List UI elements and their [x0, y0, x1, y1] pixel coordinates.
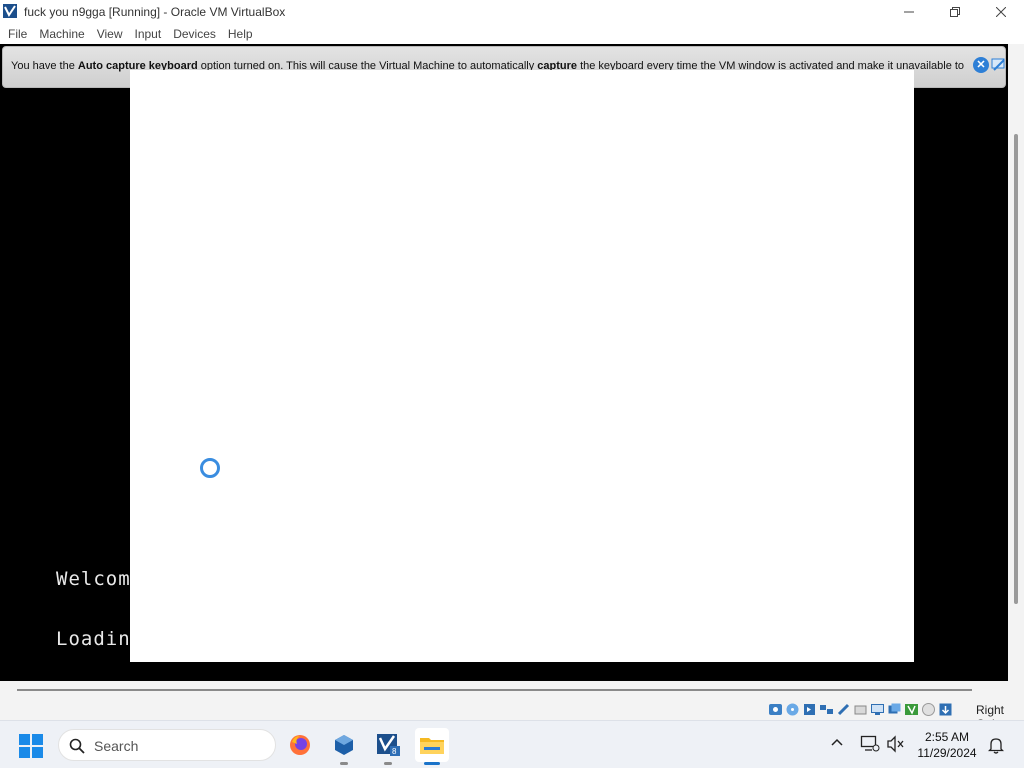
close-icon [996, 7, 1006, 17]
close-window-button[interactable] [978, 0, 1024, 24]
window-title: fuck you n9gga [Running] - Oracle VM Vir… [24, 5, 286, 19]
virtualbox-vm-icon: 8 [377, 734, 400, 756]
active-indicator [424, 762, 440, 765]
search-icon [69, 738, 85, 754]
video-capture-icon[interactable] [886, 701, 902, 717]
vm-display[interactable]: Welcome Loading You have the Auto captur… [0, 44, 1008, 681]
status-icons [767, 701, 953, 717]
usb-icon[interactable] [835, 701, 851, 717]
search-label: Search [94, 738, 139, 754]
notice-close-button[interactable]: ✕ [973, 57, 989, 73]
vertical-scrollbar-thumb[interactable] [1014, 134, 1018, 604]
notification-bell-icon[interactable] [988, 736, 1004, 754]
running-indicator [340, 762, 348, 765]
shared-folders-icon[interactable] [852, 701, 868, 717]
optical-drive-icon[interactable] [784, 701, 800, 717]
do-not-show-again-icon[interactable] [991, 57, 1007, 73]
windows-taskbar: Search 8 2:55 AM 11/29/2024 [0, 720, 1024, 768]
windows-start-icon[interactable] [18, 733, 44, 759]
virtualbox-icon [3, 4, 17, 18]
window-title-bar[interactable]: fuck you n9gga [Running] - Oracle VM Vir… [0, 0, 1024, 24]
audio-icon[interactable] [801, 701, 817, 717]
taskbar-file-explorer[interactable] [415, 728, 449, 765]
menu-file[interactable]: File [4, 27, 35, 41]
vm-status-bar: Right Ctrl [0, 681, 1024, 731]
chevron-up-icon[interactable] [829, 735, 845, 751]
menu-input[interactable]: Input [131, 27, 170, 41]
taskbar-virtualbox-vm[interactable]: 8 [371, 728, 405, 765]
taskbar-search-box[interactable]: Search [58, 729, 276, 761]
network-icon[interactable] [818, 701, 834, 717]
taskbar-virtualbox-manager[interactable] [327, 728, 361, 765]
file-explorer-icon [420, 738, 444, 754]
guest-loading-window [130, 70, 914, 662]
minimize-icon [904, 11, 914, 13]
running-indicator [384, 762, 392, 765]
vertical-scrollbar[interactable] [1008, 44, 1024, 681]
menu-help[interactable]: Help [224, 27, 261, 41]
menu-view[interactable]: View [93, 27, 131, 41]
guest-additions-icon[interactable] [903, 701, 919, 717]
hard-disk-icon[interactable] [767, 701, 783, 717]
horizontal-scrollbar[interactable] [17, 689, 972, 691]
mouse-integration-icon[interactable] [920, 701, 936, 717]
menu-machine[interactable]: Machine [35, 27, 92, 41]
taskbar-firefox[interactable] [283, 728, 317, 762]
restore-icon [950, 7, 960, 17]
loading-spinner-icon [200, 458, 220, 478]
clock-date: 11/29/2024 [917, 746, 977, 760]
virtualbox-manager-icon [335, 735, 353, 755]
restore-button[interactable] [932, 0, 978, 24]
close-icon: ✕ [976, 59, 986, 71]
taskbar-clock[interactable]: 2:55 AM 11/29/2024 [912, 729, 982, 761]
menu-devices[interactable]: Devices [169, 27, 224, 41]
clock-time: 2:55 AM [924, 730, 970, 744]
svg-text:8: 8 [392, 747, 397, 756]
firefox-icon [290, 735, 310, 755]
minimize-button[interactable] [886, 0, 932, 24]
volume-muted-icon[interactable] [886, 735, 906, 753]
keyboard-capture-icon[interactable] [937, 701, 953, 717]
menu-bar: File Machine View Input Devices Help [0, 24, 1024, 44]
display-icon[interactable] [869, 701, 885, 717]
network-status-icon[interactable] [860, 735, 880, 753]
